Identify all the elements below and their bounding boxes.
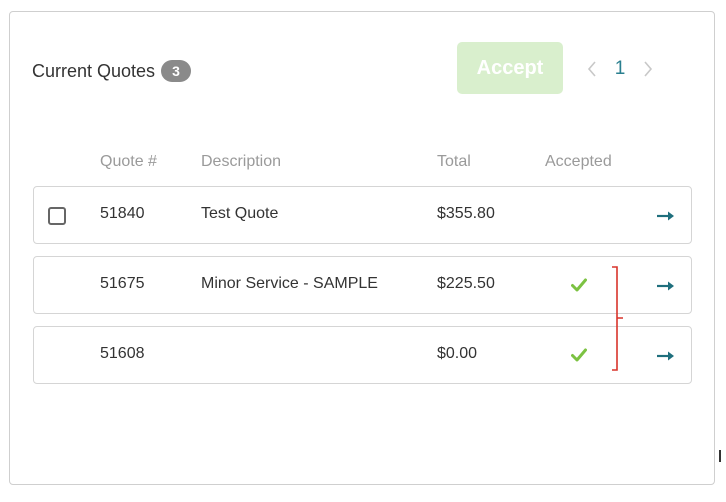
column-header-accepted: Accepted xyxy=(545,153,612,170)
edge-mark xyxy=(719,450,721,462)
card-title: Current Quotes xyxy=(32,60,156,81)
quote-total: $0.00 xyxy=(437,345,478,362)
quote-description: Test Quote xyxy=(201,205,279,222)
row-select-checkbox[interactable] xyxy=(48,207,66,225)
column-header-description: Description xyxy=(201,153,282,170)
table-row[interactable]: 51840 Test Quote $355.80 xyxy=(33,186,692,244)
arrow-right-icon[interactable] xyxy=(656,209,676,221)
quote-description: Minor Service - SAMPLE xyxy=(201,275,378,292)
table-row[interactable]: 51608 $0.00 xyxy=(33,326,692,384)
quote-total: $355.80 xyxy=(437,205,495,222)
check-icon xyxy=(571,278,587,292)
chevron-left-icon[interactable] xyxy=(585,56,599,82)
current-quotes-card: Current Quotes 3 Accept 1 Quote # Descri… xyxy=(9,11,715,485)
column-header-quote-number: Quote # xyxy=(100,153,157,170)
pagination: 1 xyxy=(585,56,655,82)
arrow-right-icon[interactable] xyxy=(656,349,676,361)
chevron-right-icon[interactable] xyxy=(641,56,655,82)
card-header: Current Quotes 3 xyxy=(32,60,192,82)
current-page-number[interactable]: 1 xyxy=(599,58,641,80)
check-icon xyxy=(571,348,587,362)
quote-total: $225.50 xyxy=(437,275,495,292)
quote-number: 51675 xyxy=(100,275,145,292)
arrow-right-icon[interactable] xyxy=(656,279,676,291)
quote-number: 51608 xyxy=(100,345,145,362)
accept-button[interactable]: Accept xyxy=(457,42,563,94)
column-header-total: Total xyxy=(437,153,471,170)
quote-number: 51840 xyxy=(100,205,145,222)
table-row[interactable]: 51675 Minor Service - SAMPLE $225.50 xyxy=(33,256,692,314)
accepted-group-bracket xyxy=(612,266,623,371)
quote-count-badge: 3 xyxy=(161,60,192,82)
